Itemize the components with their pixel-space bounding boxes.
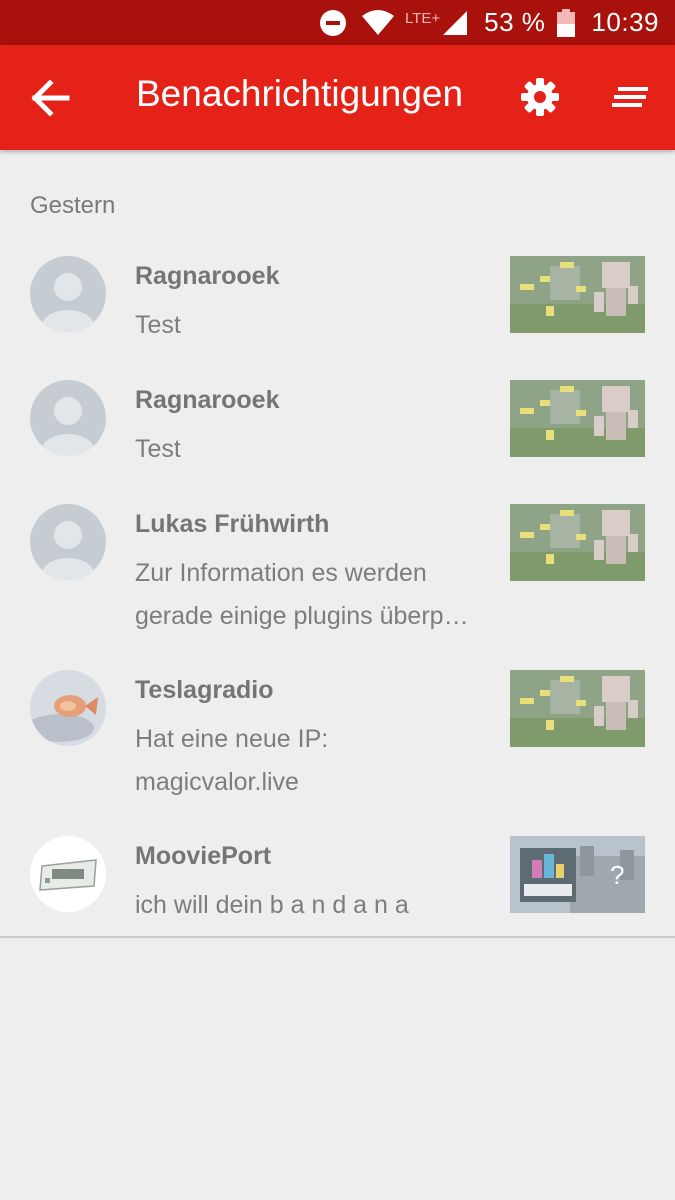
wifi-icon xyxy=(361,9,395,36)
page-title: Benachrichtigungen xyxy=(136,73,464,114)
notification-item[interactable]: Ragnarooek Test xyxy=(0,364,675,488)
default-avatar-icon xyxy=(30,380,106,456)
video-thumbnail[interactable] xyxy=(510,670,645,747)
default-avatar-icon xyxy=(30,504,106,580)
notification-item[interactable]: Lukas Frühwirth Zur Information es werde… xyxy=(0,488,675,654)
arrow-back-icon xyxy=(30,79,72,121)
notification-message: Zur Information es werden gerade einige … xyxy=(135,559,469,630)
do-not-disturb-icon xyxy=(319,9,347,37)
settings-button[interactable] xyxy=(520,77,560,117)
video-thumbnail[interactable] xyxy=(510,380,645,457)
default-avatar-icon xyxy=(30,256,106,332)
cell-signal-icon xyxy=(442,10,468,36)
logo-avatar xyxy=(30,836,106,912)
notification-message: Test xyxy=(135,311,181,339)
battery-icon xyxy=(557,8,576,37)
video-thumbnail[interactable]: ? xyxy=(510,836,645,913)
sender-name: MooviePort xyxy=(135,842,272,870)
back-button[interactable] xyxy=(30,79,72,117)
notification-item[interactable]: MooviePort ich will dein b a n d a n a ? xyxy=(0,820,675,944)
sort-icon xyxy=(610,87,650,117)
sender-name: Ragnarooek xyxy=(135,386,280,414)
clock: 10:39 xyxy=(591,7,659,37)
section-header: Gestern xyxy=(30,192,116,219)
status-bar: LTE+ 53 % 10:39 xyxy=(0,0,675,45)
gear-icon xyxy=(520,78,560,121)
notification-item[interactable]: Teslagradio Hat eine neue IP: magicvalor… xyxy=(0,654,675,820)
notification-list: Ragnarooek Test Ragnarooek Test Lukas Fr… xyxy=(0,240,675,944)
network-type-label: LTE+ xyxy=(405,10,441,27)
sender-name: Lukas Frühwirth xyxy=(135,510,330,538)
notification-message: ich will dein b a n d a n a xyxy=(135,891,409,919)
sender-name: Ragnarooek xyxy=(135,262,280,290)
notification-item[interactable]: Ragnarooek Test xyxy=(0,240,675,364)
video-thumbnail[interactable] xyxy=(510,256,645,333)
battery-percent: 53 % xyxy=(484,7,546,37)
sort-button[interactable] xyxy=(610,85,650,113)
goldfish-avatar xyxy=(30,670,106,746)
notification-message: Test xyxy=(135,435,181,463)
app-bar: Benachrichtigungen xyxy=(0,45,675,150)
sender-name: Teslagradio xyxy=(135,676,274,704)
video-thumbnail[interactable] xyxy=(510,504,645,581)
list-divider xyxy=(0,936,675,938)
notification-message: Hat eine neue IP: magicvalor.live xyxy=(135,725,329,796)
svg-text:?: ? xyxy=(610,860,624,890)
